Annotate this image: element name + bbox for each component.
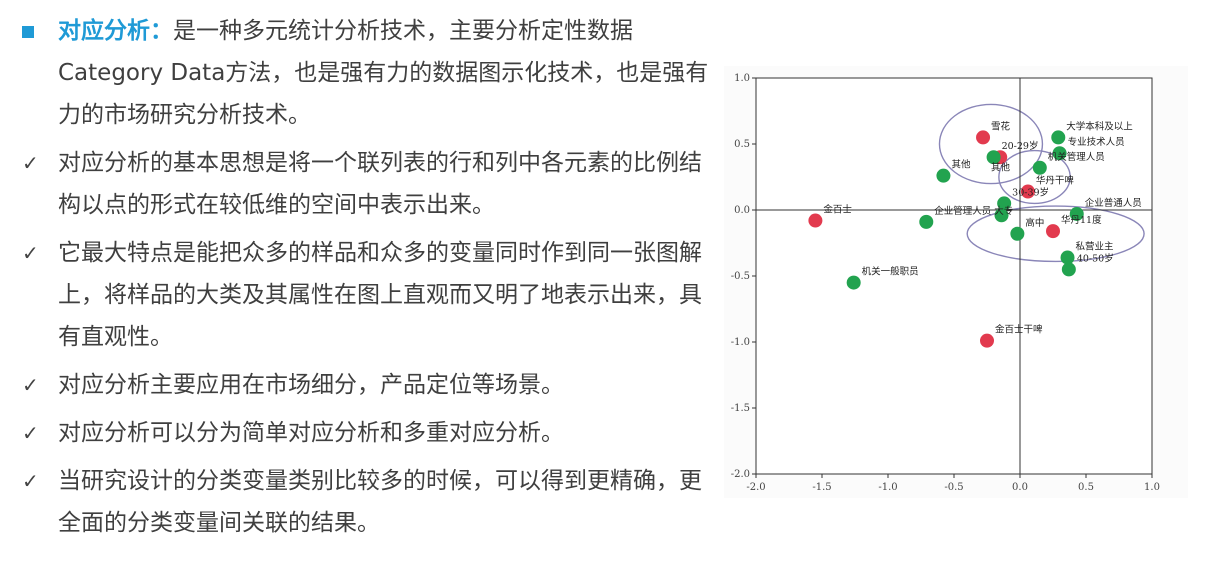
y-tick-label: -1.5 — [731, 403, 750, 414]
green-point — [1060, 250, 1075, 265]
red-point — [1046, 224, 1060, 239]
bullet-text: 对应分析的基本思想是将一个联列表的行和列中各元素的比例结构以点的形式在较低维的空… — [58, 150, 702, 218]
chart-svg: -2.0 -1.5 -1.0 -0.5 0.0 0.5 1.0 1.0 0.5 0.0 -0.5 -1… — [731, 73, 1160, 493]
point-label: 大学本科及以上 — [1066, 120, 1133, 132]
x-tick-label: -1.0 — [878, 482, 897, 493]
y-tick-label: 0.5 — [734, 139, 750, 150]
y-tick-label: -0.5 — [731, 271, 750, 282]
x-tick-label: 1.0 — [1144, 482, 1160, 493]
check-icon: ✓ — [22, 241, 39, 265]
intro-highlight: 对应分析： — [58, 18, 173, 44]
y-tick-label: -1.0 — [731, 337, 750, 348]
bullet-item: ✓ 它最大特点是能把众多的样品和众多的变量同时作到同一张图解上，将样品的大类及其… — [22, 232, 712, 358]
red-point — [808, 213, 823, 228]
point-label: 华丹干啤 — [1036, 175, 1075, 187]
x-tick-label: -2.0 — [746, 482, 765, 493]
point-label: 私营业主 — [1076, 241, 1114, 253]
check-icon: ✓ — [22, 469, 39, 493]
red-point — [976, 130, 991, 145]
red-point — [980, 333, 994, 348]
point-label: 雪花 — [991, 120, 1011, 132]
x-tick-label: -1.5 — [812, 482, 831, 493]
check-icon: ✓ — [22, 151, 39, 175]
bullet-item: ✓ 对应分析可以分为简单对应分析和多重对应分析。 — [22, 412, 712, 454]
bullet-item: ✓ 当研究设计的分类变量类别比较多的时候，可以得到更精确，更全面的分类变量间关联… — [22, 460, 712, 544]
green-point — [919, 214, 934, 229]
point-label: 企业普通人员 — [1085, 197, 1142, 209]
point-label: 30-39岁 — [1012, 186, 1049, 198]
bullet-text: 当研究设计的分类变量类别比较多的时候，可以得到更精确，更全面的分类变量间关联的结… — [58, 468, 702, 536]
point-label: 金百士干啤 — [995, 324, 1043, 336]
x-tick-label: 0.0 — [1012, 482, 1028, 493]
green-point — [846, 275, 861, 290]
check-icon: ✓ — [22, 421, 39, 445]
green-point — [1010, 226, 1025, 241]
check-icon: ✓ — [22, 373, 39, 397]
x-tick-label: 0.5 — [1078, 482, 1094, 493]
point-label: 企业管理人员 大专 — [934, 205, 1013, 217]
point-label: 其他 — [951, 159, 971, 171]
correspondence-chart: -2.0 -1.5 -1.0 -0.5 0.0 0.5 1.0 1.0 0.5 0.0 -0.5 -1… — [724, 66, 1188, 498]
y-tick-label: 1.0 — [734, 73, 750, 84]
point-label: 20-29岁 — [1002, 140, 1039, 152]
bullet-text: 对应分析可以分为简单对应分析和多重对应分析。 — [58, 420, 564, 446]
point-label: 高中 — [1025, 217, 1044, 229]
point-label: 其他 — [991, 161, 1011, 173]
text-column: 对应分析：是一种多元统计分析技术，主要分析定性数据Category Data方法… — [22, 10, 712, 544]
y-tick-label: -2.0 — [731, 469, 750, 480]
green-point — [1032, 160, 1047, 175]
point-label: 金百士 — [823, 204, 852, 216]
bullet-item: ✓ 对应分析的基本思想是将一个联列表的行和列中各元素的比例结构以点的形式在较低维… — [22, 142, 712, 226]
green-point — [1061, 262, 1076, 277]
intro-paragraph: 对应分析：是一种多元统计分析技术，主要分析定性数据Category Data方法… — [22, 10, 712, 136]
point-label: 机关管理人员 — [1048, 151, 1105, 163]
point-label: 华丹11度 — [1061, 214, 1102, 226]
green-point — [1051, 130, 1066, 145]
bullet-text: 对应分析主要应用在市场细分，产品定位等场景。 — [58, 372, 564, 398]
point-label: 40-50岁 — [1077, 252, 1114, 264]
green-point — [936, 168, 951, 183]
point-label: 机关一般职员 — [862, 266, 919, 278]
square-bullet-icon — [22, 10, 50, 52]
y-tick-label: 0.0 — [734, 205, 750, 216]
x-tick-label: -0.5 — [944, 482, 963, 493]
bullet-item: ✓ 对应分析主要应用在市场细分，产品定位等场景。 — [22, 364, 712, 406]
point-label: 专业技术人员 — [1068, 136, 1125, 148]
bullet-text: 它最大特点是能把众多的样品和众多的变量同时作到同一张图解上，将样品的大类及其属性… — [58, 240, 702, 350]
